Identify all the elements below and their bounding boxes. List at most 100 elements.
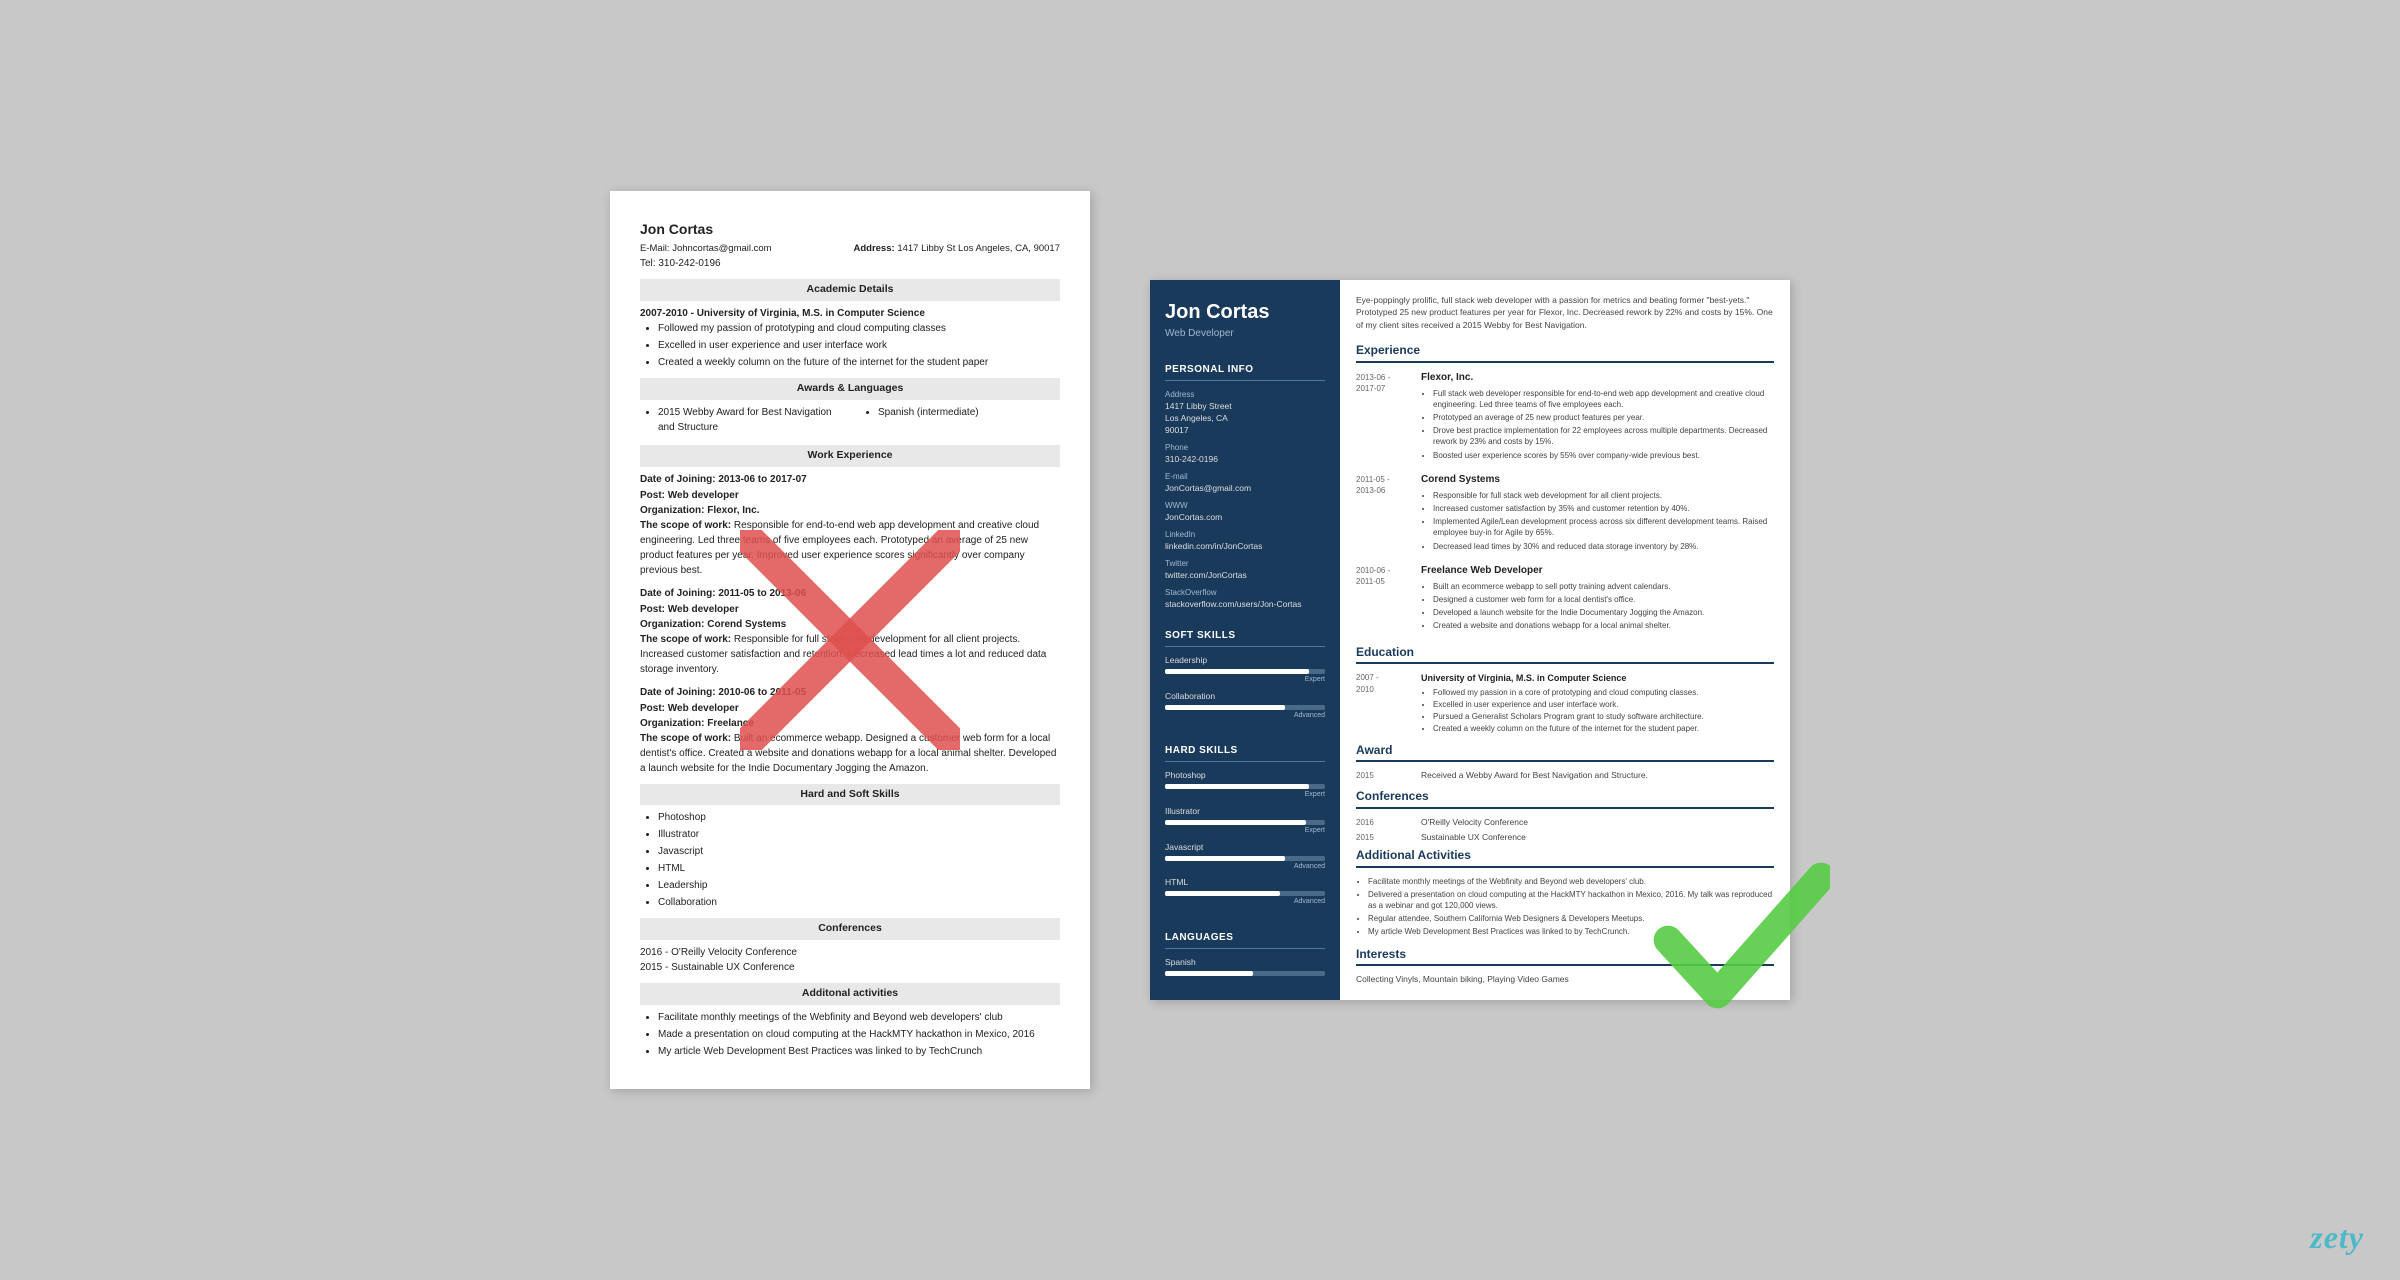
email-value: JonCortas@gmail.com <box>1165 483 1325 495</box>
sidebar-soft-skills-section: Soft Skills Leadership Expert Collaborat… <box>1150 619 1340 734</box>
skill-spanish: Spanish <box>1165 957 1325 976</box>
list-item: My article Web Development Best Practice… <box>658 1044 1060 1059</box>
plain-job1-scope: The scope of work: Responsible for end-t… <box>640 518 1060 578</box>
skill-level: Advanced <box>1165 711 1325 721</box>
conf-name: Sustainable UX Conference <box>1421 832 1526 844</box>
zety-logo: zety <box>2310 1219 2364 1256</box>
stackoverflow-value: stackoverflow.com/users/Jon-Cortas <box>1165 599 1325 611</box>
plain-tel: Tel: 310-242-0196 <box>640 256 1060 271</box>
education-title: Education <box>1356 644 1774 665</box>
plain-awards-title: Awards & Languages <box>640 378 1060 400</box>
skill-bar-bg <box>1165 971 1325 976</box>
skill-name: Illustrator <box>1165 806 1325 818</box>
plain-skills-list: Photoshop Illustrator Javascript HTML Le… <box>640 810 1060 910</box>
exp-dates: 2010-06 -2011-05 <box>1356 564 1411 634</box>
edu-degree: University of Virginia, M.S. in Computer… <box>1421 672 1704 685</box>
label: Organization: <box>640 505 704 516</box>
list-item: Facilitate monthly meetings of the Webfi… <box>658 1010 1060 1025</box>
skill-name: Javascript <box>1165 842 1325 854</box>
award-entry: 2015 Received a Webby Award for Best Nav… <box>1356 770 1774 782</box>
address-line1: 1417 Libby Street <box>1165 401 1325 413</box>
award-title: Award <box>1356 742 1774 763</box>
phone-value: 310-242-0196 <box>1165 454 1325 466</box>
plain-job1-org: Organization: Flexor, Inc. <box>640 503 1060 518</box>
scope-label: The scope of work: <box>640 520 731 531</box>
plain-job2-post-val: Web developer <box>668 604 739 615</box>
address-label: Address <box>1165 389 1325 400</box>
interests-title: Interests <box>1356 946 1774 967</box>
list-item: My article Web Development Best Practice… <box>1368 926 1774 937</box>
conf-entry-2: 2015 Sustainable UX Conference <box>1356 832 1774 844</box>
plain-job1-date: Date of Joining: 2013-06 to 2017-07 <box>640 472 1060 487</box>
skill-bar-fill <box>1165 891 1280 896</box>
label: Post: <box>640 604 665 615</box>
skill-bar-bg <box>1165 856 1325 861</box>
plain-email: E-Mail: Johncortas@gmail.com <box>640 242 772 256</box>
plain-awards-block: 2015 Webby Award for Best Navigation and… <box>640 405 1060 437</box>
list-item: HTML <box>658 861 1060 876</box>
designed-resume: Jon Cortas Web Developer Personal Info A… <box>1150 280 1790 1001</box>
label: Organization: <box>640 619 704 630</box>
skill-name: Leadership <box>1165 655 1325 667</box>
skill-html: HTML Advanced <box>1165 877 1325 907</box>
plain-lang-list: Spanish (intermediate) <box>860 405 1060 437</box>
skill-name: Collaboration <box>1165 691 1325 703</box>
label: Post: <box>640 703 665 714</box>
plain-conf-title: Conferences <box>640 918 1060 940</box>
exp-entry-1: 2013-06 -2017-07 Flexor, Inc. Full stack… <box>1356 371 1774 463</box>
plain-job1-org-val: Flexor, Inc. <box>707 505 759 516</box>
address-line2: Los Angeles, CA <box>1165 413 1325 425</box>
edu-right: University of Virginia, M.S. in Computer… <box>1421 672 1704 735</box>
personal-info-header: Personal Info <box>1165 363 1325 381</box>
list-item: Collaboration <box>658 895 1060 910</box>
conf-year: 2016 <box>1356 817 1411 829</box>
scope-label: The scope of work: <box>640 733 731 744</box>
plain-academic-list: Followed my passion of prototyping and c… <box>640 321 1060 370</box>
list-item: Followed my passion of prototyping and c… <box>658 321 1060 336</box>
phone-label: Phone <box>1165 442 1325 453</box>
list-item: Javascript <box>658 844 1060 859</box>
soft-skills-header: Soft Skills <box>1165 629 1325 647</box>
plain-conf1: 2016 - O'Reilly Velocity Conference <box>640 945 1060 960</box>
conferences-title: Conferences <box>1356 788 1774 809</box>
plain-skills-title: Hard and Soft Skills <box>640 784 1060 806</box>
address-zip: 90017 <box>1165 425 1325 437</box>
sidebar-hard-skills-section: Hard Skills Photoshop Expert Illustrator… <box>1150 734 1340 921</box>
list-item: Created a weekly column on the future of… <box>1433 723 1704 734</box>
plain-job3: Date of Joining: 2010-06 to 2011-05 Post… <box>640 685 1060 776</box>
designed-name: Jon Cortas <box>1165 300 1325 324</box>
skill-bar-fill <box>1165 669 1309 674</box>
skill-name: HTML <box>1165 877 1325 889</box>
activities-list: Facilitate monthly meetings of the Webfi… <box>1356 876 1774 938</box>
list-item: Boosted user experience scores by 55% ov… <box>1433 450 1774 461</box>
award-year: 2015 <box>1356 770 1411 782</box>
label: Organization: <box>640 718 704 729</box>
list-item: Spanish (intermediate) <box>878 405 1060 420</box>
skill-name: Spanish <box>1165 957 1325 969</box>
skill-bar-fill <box>1165 705 1285 710</box>
sidebar-personal-section: Personal Info Address 1417 Libby Street … <box>1150 353 1340 619</box>
skill-javascript: Javascript Advanced <box>1165 842 1325 872</box>
list-item: Leadership <box>658 878 1060 893</box>
list-item: Built an ecommerce webapp to sell potty … <box>1433 581 1704 592</box>
plain-header: Jon Cortas E-Mail: Johncortas@gmail.com … <box>640 219 1060 271</box>
plain-job3-date: Date of Joining: 2010-06 to 2011-05 <box>640 685 1060 700</box>
skill-bar-bg <box>1165 669 1325 674</box>
exp-bullets: Responsible for full stack web developme… <box>1421 490 1774 552</box>
label: Post: <box>640 490 665 501</box>
plain-conf2: 2015 - Sustainable UX Conference <box>640 960 1060 975</box>
list-item: Photoshop <box>658 810 1060 825</box>
plain-job2-org-val: Corend Systems <box>707 619 786 630</box>
summary-text: Eye-poppingly prolific, full stack web d… <box>1356 294 1774 332</box>
skill-level: Advanced <box>1165 862 1325 872</box>
stackoverflow-label: StackOverflow <box>1165 587 1325 598</box>
list-item: Excelled in user experience and user int… <box>658 338 1060 353</box>
exp-company: Corend Systems <box>1421 473 1774 487</box>
sidebar-languages-section: Languages Spanish <box>1150 921 1340 985</box>
plain-job3-org: Organization: Freelance <box>640 716 1060 731</box>
plain-academic-title: Academic Details <box>640 279 1060 301</box>
hard-skills-header: Hard Skills <box>1165 744 1325 762</box>
list-item: Excelled in user experience and user int… <box>1433 699 1704 710</box>
plain-academic-degree: 2007-2010 - University of Virginia, M.S.… <box>640 308 925 319</box>
plain-job2-date: Date of Joining: 2011-05 to 2013-06 <box>640 586 1060 601</box>
